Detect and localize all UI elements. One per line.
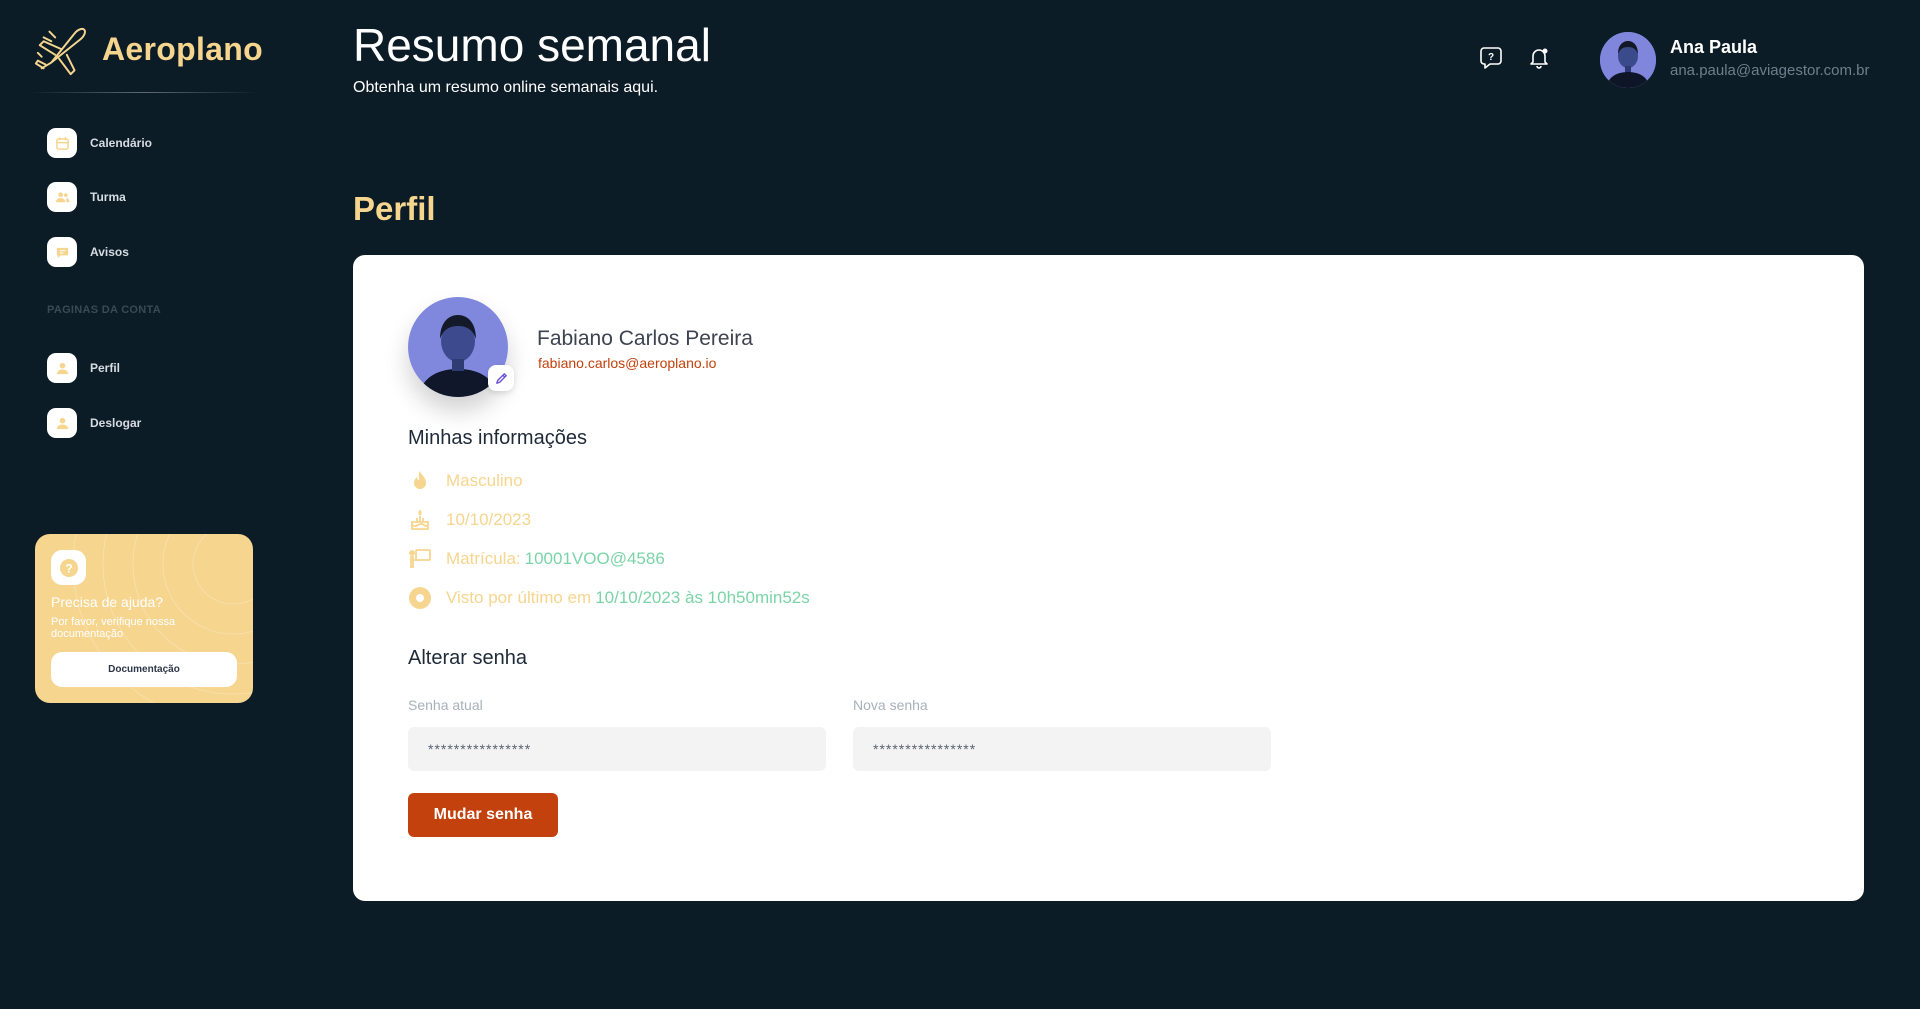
svg-text:?: ?	[65, 561, 72, 575]
record-icon	[409, 587, 431, 609]
page-subtitle: Obtenha um resumo online semanais aqui.	[353, 79, 659, 96]
help-title: Precisa de ajuda?	[51, 594, 164, 610]
page-title: Resumo semanal	[353, 19, 711, 71]
user-icon	[56, 362, 68, 374]
flame-icon	[414, 471, 426, 489]
calendar-icon	[55, 136, 69, 150]
sidebar-item-label: Avisos	[90, 245, 129, 259]
help-icon-box: ?	[51, 550, 86, 585]
date-value: 10/10/2023	[446, 510, 532, 529]
help-subtitle: Por favor, verifique nossa documentação	[51, 616, 176, 640]
sidebar-item-label: Calendário	[90, 136, 153, 150]
matricula-label: Matrícula:	[446, 549, 521, 568]
user-name: Ana Paula	[1670, 37, 1758, 57]
sidebar-item-perfil[interactable]: Perfil	[47, 353, 120, 383]
sidebar-item-label: Perfil	[90, 361, 121, 375]
users-icon	[55, 191, 70, 202]
current-password-input[interactable]: ****************	[408, 727, 826, 771]
profile-email: fabiano.carlos@aeroplano.io	[538, 355, 717, 371]
user-icon	[56, 417, 68, 429]
info-row-gender: Masculino	[408, 469, 523, 493]
profile-card: Fabiano Carlos Pereira fabiano.carlos@ae…	[353, 255, 1864, 901]
info-row-matricula: Matrícula: 10001VOO@4586	[408, 547, 665, 571]
brand-name: Aeroplano	[102, 30, 263, 67]
svg-text:?: ?	[1488, 52, 1494, 63]
cake-icon	[411, 509, 429, 530]
brand-logo[interactable]: Aeroplano	[32, 20, 263, 78]
last-seen-value: 10/10/2023 às 10h50min52s	[595, 588, 810, 607]
sidebar-item-label: Deslogar	[90, 416, 142, 430]
new-password-input[interactable]: ****************	[853, 727, 1271, 771]
pencil-icon	[495, 372, 507, 384]
section-title: Perfil	[353, 190, 436, 227]
sidebar: Aeroplano Calendário Turma Avisos PAGINA…	[0, 0, 290, 1009]
airplane-icon	[34, 27, 86, 76]
sidebar-item-calendario[interactable]: Calendário	[47, 128, 152, 158]
current-password-label: Senha atual	[408, 697, 483, 713]
profile-avatar-wrap	[408, 297, 514, 397]
sidebar-item-deslogar[interactable]: Deslogar	[47, 408, 141, 438]
password-section-title: Alterar senha	[408, 647, 527, 669]
question-icon: ?	[59, 558, 78, 577]
sidebar-section-label: PAGINAS DA CONTA	[47, 304, 161, 316]
gender-value: Masculino	[446, 471, 523, 490]
info-row-date: 10/10/2023	[408, 508, 531, 532]
profile-name: Fabiano Carlos Pereira	[537, 327, 753, 350]
sidebar-item-turma[interactable]: Turma	[47, 182, 126, 212]
sidebar-item-label: Turma	[90, 190, 126, 204]
user-email: ana.paula@aviagestor.com.br	[1670, 62, 1870, 79]
bell-icon[interactable]	[1526, 45, 1552, 71]
new-password-label: Nova senha	[853, 697, 928, 713]
avatar-image	[1600, 32, 1656, 88]
change-password-button[interactable]: Mudar senha	[408, 793, 558, 837]
message-icon	[56, 247, 68, 258]
info-row-last-seen: Visto por último em 10/10/2023 às 10h50m…	[408, 586, 810, 610]
documentation-button[interactable]: Documentação	[51, 652, 237, 687]
matricula-value: 10001VOO@4586	[524, 549, 665, 568]
edit-avatar-button[interactable]	[488, 365, 514, 391]
sidebar-item-avisos[interactable]: Avisos	[47, 237, 129, 267]
presentation-icon	[409, 549, 431, 568]
last-seen-label: Visto por último em	[446, 588, 592, 607]
help-card: ? Precisa de ajuda? Por favor, verifique…	[35, 534, 253, 703]
info-section-title: Minhas informações	[408, 427, 587, 449]
help-chat-icon[interactable]: ?	[1478, 45, 1504, 71]
divider	[30, 92, 258, 93]
user-avatar[interactable]	[1600, 32, 1656, 88]
